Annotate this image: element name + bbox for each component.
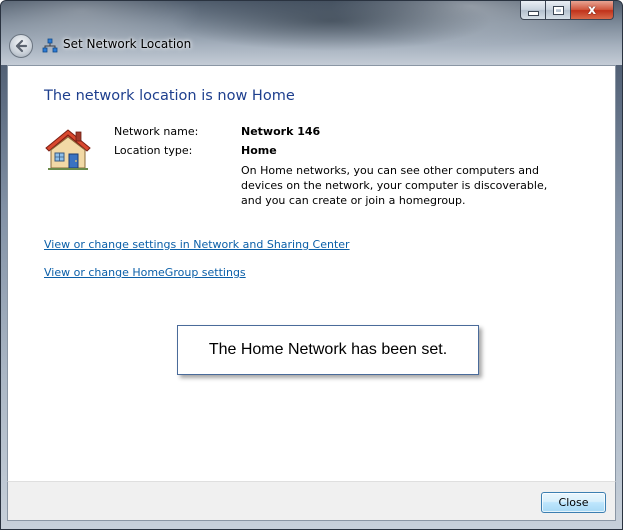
- minimize-button[interactable]: [520, 1, 546, 20]
- back-button[interactable]: [9, 34, 33, 58]
- network-sharing-center-link[interactable]: View or change settings in Network and S…: [44, 238, 350, 251]
- description-line: devices on the network, your computer is…: [241, 179, 548, 192]
- description-line: and you can create or join a homegroup.: [241, 194, 466, 207]
- set-network-location-window: x Set Network Location The network locat…: [0, 0, 623, 530]
- location-type-label: Location type:: [114, 144, 193, 157]
- page-title: The network location is now Home: [44, 88, 295, 104]
- maximize-button[interactable]: [546, 1, 571, 20]
- maximize-icon: [552, 5, 564, 15]
- callout-text: The Home Network has been set.: [208, 341, 448, 358]
- network-name-value: Network 146: [241, 125, 321, 138]
- location-type-value: Home: [241, 144, 277, 157]
- button-bar: Close: [7, 481, 616, 521]
- close-icon: x: [587, 2, 597, 18]
- homegroup-settings-link[interactable]: View or change HomeGroup settings: [44, 266, 246, 279]
- network-icon: [42, 38, 58, 53]
- content-area: The network location is now Home Network…: [7, 65, 616, 481]
- network-name-label: Network name:: [114, 125, 199, 138]
- callout-box: The Home Network has been set.: [177, 325, 479, 375]
- close-button[interactable]: Close: [541, 492, 606, 513]
- minimize-icon: [527, 11, 539, 16]
- house-icon: [45, 129, 91, 170]
- description-line: On Home networks, you can see other comp…: [241, 164, 540, 177]
- location-description: On Home networks, you can see other comp…: [241, 163, 551, 208]
- caption-buttons: x: [520, 1, 614, 20]
- back-arrow-icon: [15, 39, 28, 53]
- window-close-button[interactable]: x: [571, 1, 614, 20]
- window-title: Set Network Location: [63, 37, 192, 51]
